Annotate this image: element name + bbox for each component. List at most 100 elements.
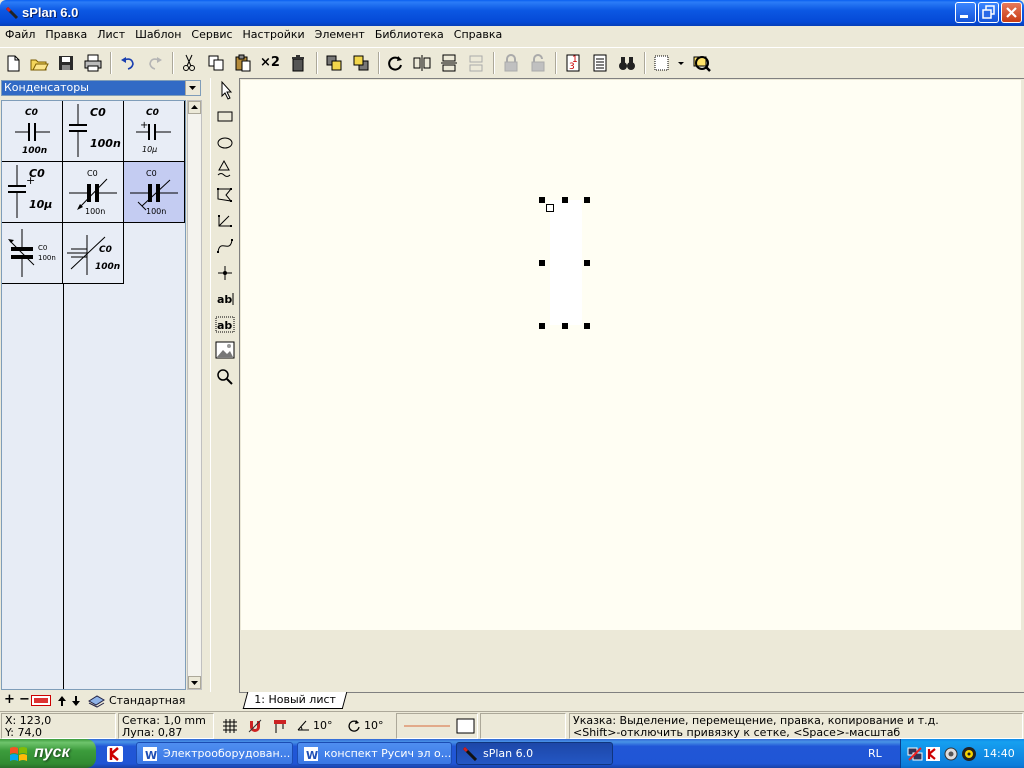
drawing-tools: ab ab xyxy=(210,78,239,692)
close-button[interactable] xyxy=(1001,2,1022,23)
component-electrolytic-vertical[interactable]: C0 + 10µ xyxy=(2,162,63,223)
print-button[interactable] xyxy=(82,52,104,74)
menu-settings[interactable]: Настройки xyxy=(238,26,310,41)
text-tool[interactable]: ab xyxy=(213,286,237,310)
undo-button[interactable] xyxy=(117,52,139,74)
parts-list-button[interactable] xyxy=(589,52,611,74)
paste-button[interactable] xyxy=(232,52,254,74)
svg-text:ab: ab xyxy=(217,319,232,332)
unlock-icon xyxy=(531,54,545,72)
menu-sheet[interactable]: Лист xyxy=(92,26,130,41)
taskbar-item-word-2[interactable]: W конспект Русич эл о... xyxy=(297,742,452,765)
angle-step-1[interactable]: 10° xyxy=(313,719,333,732)
lock-button[interactable] xyxy=(500,52,522,74)
junction-tool[interactable] xyxy=(213,260,237,284)
bring-front-button[interactable] xyxy=(323,52,345,74)
library-scrollbar[interactable] xyxy=(187,100,202,690)
send-back-button[interactable] xyxy=(350,52,372,74)
chevron-down-icon[interactable] xyxy=(185,81,200,95)
kaspersky-tray-icon[interactable] xyxy=(925,746,941,762)
menu-element[interactable]: Элемент xyxy=(310,26,370,41)
taskbar-item-word-1[interactable]: W Электрооборудован... xyxy=(136,742,293,765)
kaspersky-quicklaunch-icon[interactable] xyxy=(106,745,124,763)
component-capacitor[interactable]: C0 100n xyxy=(2,101,63,162)
zoom-tool[interactable] xyxy=(213,364,237,388)
language-indicator[interactable]: RL xyxy=(868,747,882,760)
snap-grid-icon[interactable] xyxy=(221,717,239,735)
polygon-tool[interactable] xyxy=(213,182,237,206)
arrow-up-icon[interactable] xyxy=(57,695,67,707)
minimize-button[interactable] xyxy=(955,2,976,23)
title-bar[interactable]: sPlan 6.0 xyxy=(0,0,1024,26)
duplicate-button[interactable]: ×2 xyxy=(259,52,281,74)
svg-text:W: W xyxy=(145,749,157,761)
menu-help[interactable]: Справка xyxy=(449,26,507,41)
sheet-tab[interactable]: 1: Новый лист xyxy=(242,692,347,709)
component-capacitor-vertical[interactable]: C0 100n xyxy=(63,101,124,162)
media-tray-icon[interactable] xyxy=(961,746,977,762)
menu-file[interactable]: Файл xyxy=(0,26,40,41)
rectangle-tool[interactable] xyxy=(213,104,237,128)
scroll-down-button[interactable] xyxy=(188,676,201,689)
pointer-tool[interactable] xyxy=(213,78,237,102)
shield-tray-icon[interactable] xyxy=(943,746,959,762)
menu-template[interactable]: Шаблон xyxy=(130,26,186,41)
taskbar-item-label: конспект Русич эл о... xyxy=(324,747,452,760)
toolbar-separator xyxy=(378,52,380,74)
remove-library-icon[interactable]: − xyxy=(19,693,30,706)
polyline-tool[interactable] xyxy=(213,156,237,180)
restore-button[interactable] xyxy=(978,2,999,23)
start-button[interactable]: пуск xyxy=(0,739,96,768)
ellipse-tool[interactable] xyxy=(213,130,237,154)
copy-button[interactable] xyxy=(205,52,227,74)
arrow-down-icon[interactable] xyxy=(71,695,81,707)
add-library-icon[interactable]: + xyxy=(4,693,15,706)
line-style-preview[interactable] xyxy=(396,713,478,739)
rotation-handle[interactable] xyxy=(546,204,554,212)
cut-button[interactable] xyxy=(178,52,200,74)
grid-button[interactable] xyxy=(651,52,673,74)
network-icon[interactable] xyxy=(907,746,923,762)
lock-icon xyxy=(504,54,518,72)
open-button[interactable] xyxy=(28,52,50,74)
find-button[interactable] xyxy=(616,52,638,74)
component-variable-capacitor-vertical[interactable]: C0 100n xyxy=(2,223,63,284)
menu-library[interactable]: Библиотека xyxy=(370,26,449,41)
mirror-horizontal-button[interactable] xyxy=(411,52,433,74)
magnet-icon[interactable] xyxy=(246,717,264,735)
taskbar-item-splan[interactable]: sPlan 6.0 xyxy=(456,742,613,765)
image-tool[interactable] xyxy=(213,338,237,362)
redo-button[interactable] xyxy=(144,52,166,74)
drawing-canvas[interactable] xyxy=(241,80,1021,630)
selected-shape[interactable] xyxy=(550,200,582,325)
angle-icon xyxy=(297,720,309,731)
rotate-button[interactable] xyxy=(384,52,406,74)
component-variable-capacitor[interactable]: C0 100n xyxy=(63,223,124,284)
component-trimmer-capacitor[interactable]: C0 100n xyxy=(63,162,124,223)
grid-dropdown-button[interactable] xyxy=(675,52,687,74)
bezier-tool[interactable] xyxy=(213,234,237,258)
status-empty-box xyxy=(480,713,566,739)
scroll-up-button[interactable] xyxy=(188,101,201,114)
delete-button[interactable] xyxy=(287,52,309,74)
unlock-button[interactable] xyxy=(527,52,549,74)
menu-edit[interactable]: Правка xyxy=(40,26,92,41)
line-style-icon xyxy=(404,718,475,734)
library-edit-icon[interactable] xyxy=(31,695,51,706)
menu-service[interactable]: Сервис xyxy=(186,26,237,41)
textbox-tool[interactable]: ab xyxy=(213,312,237,336)
component-electrolytic-capacitor[interactable]: C0 + 10µ xyxy=(124,101,185,162)
grid-zoom-readout: Сетка: 1,0 mm Лупа: 0,87 xyxy=(118,713,214,739)
rubber-band-icon[interactable] xyxy=(271,717,289,735)
angle-step-2[interactable]: 10° xyxy=(364,719,384,732)
mirror-disabled-button[interactable] xyxy=(465,52,487,74)
zoom-button[interactable] xyxy=(690,52,712,74)
save-button[interactable] xyxy=(55,52,77,74)
new-file-button[interactable] xyxy=(2,52,24,74)
renumber-button[interactable]: 31 xyxy=(562,52,584,74)
line-tool[interactable] xyxy=(213,208,237,232)
start-label: пуск xyxy=(34,744,70,761)
library-select[interactable]: Конденсаторы xyxy=(1,80,201,96)
mirror-vertical-button[interactable] xyxy=(438,52,460,74)
component-trimmer-capacitor-selected[interactable]: C0 100n xyxy=(124,162,185,223)
